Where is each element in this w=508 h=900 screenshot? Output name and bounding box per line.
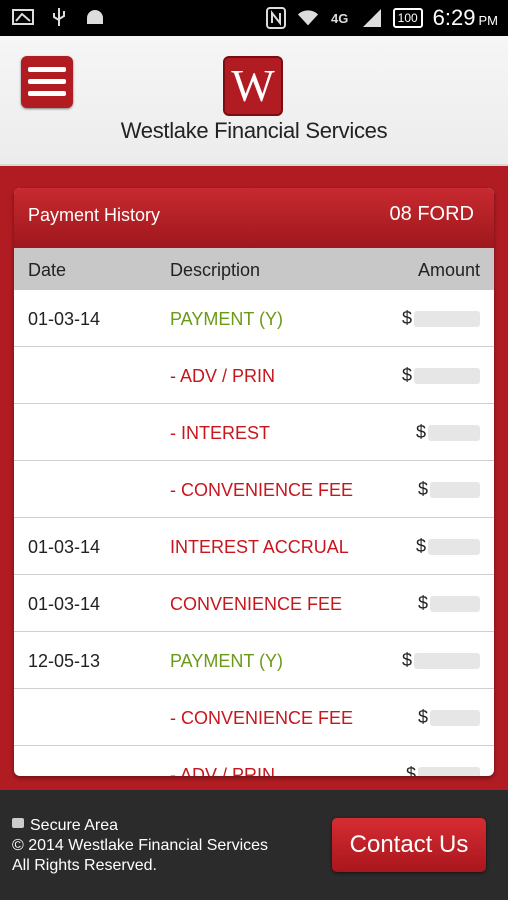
table-row: - CONVENIENCE FEE $ (14, 461, 494, 518)
lock-icon (12, 818, 24, 828)
redacted-amount (430, 481, 480, 498)
row-amount: $ (406, 764, 480, 776)
column-description: Description (170, 260, 261, 280)
wifi-icon (297, 8, 319, 28)
redacted-amount (414, 310, 480, 327)
column-amount: Amount (417, 260, 480, 280)
android-icon (84, 7, 106, 27)
battery-indicator: 100 (392, 8, 423, 28)
table-row: 01-03-14 CONVENIENCE FEE $ (14, 575, 494, 632)
row-date: 01-03-14 (28, 537, 101, 557)
row-amount: $ (416, 536, 480, 557)
copyright: © 2014 Westlake Financial Services (12, 837, 269, 854)
payment-history-panel: Payment History 08 FORD Date Description… (14, 188, 494, 776)
row-amount: $ (418, 707, 480, 728)
app-header: W Westlake Financial Services (0, 36, 508, 166)
row-amount: $ (416, 422, 480, 443)
table-header: Date Description Amount (14, 248, 494, 290)
table-row: - ADV / PRIN $ (14, 347, 494, 404)
contact-us-button[interactable]: Contact Us (332, 818, 486, 872)
row-description: INTEREST ACCRUAL (170, 537, 349, 557)
secure-area-label: Secure Area (30, 817, 119, 834)
redacted-amount (414, 652, 480, 669)
row-amount: $ (402, 308, 480, 329)
signal-icon (361, 8, 383, 28)
row-date: 01-03-14 (28, 594, 101, 614)
row-description: - ADV / PRIN (170, 366, 276, 386)
row-description: - ADV / PRIN (170, 765, 276, 776)
usb-icon (48, 7, 70, 27)
panel-header: Payment History 08 FORD (14, 188, 494, 248)
clock: 6:29 PM (432, 5, 498, 30)
brand-name: Westlake Financial Services (120, 118, 388, 143)
redacted-amount (418, 766, 480, 776)
row-amount: $ (418, 479, 480, 500)
redacted-amount (428, 538, 480, 555)
image-icon (12, 7, 34, 27)
row-description: PAYMENT (Y) (170, 651, 284, 671)
table-row: 01-03-14 PAYMENT (Y) $ (14, 290, 494, 347)
row-description: PAYMENT (Y) (170, 309, 284, 329)
row-amount: $ (418, 593, 480, 614)
row-description: - CONVENIENCE FEE (170, 708, 354, 728)
redacted-amount (414, 367, 480, 384)
history-list[interactable]: 01-03-14 PAYMENT (Y) $ - ADV / PRIN $ - INTER… (14, 290, 494, 776)
table-row: 01-03-14 INTEREST ACCRUAL $ (14, 518, 494, 575)
network-4g-icon: 4G (330, 10, 349, 26)
status-bar: 4G 100 6:29 PM (0, 0, 508, 36)
table-row: 12-05-13 PAYMENT (Y) $ (14, 632, 494, 689)
rights: All Rights Reserved. (12, 857, 157, 874)
redacted-amount (430, 709, 480, 726)
table-row: - CONVENIENCE FEE $ (14, 689, 494, 746)
panel-title: Payment History (28, 205, 161, 225)
logo: W (223, 56, 283, 116)
column-date: Date (28, 260, 67, 280)
redacted-amount (430, 595, 480, 612)
row-date: 01-03-14 (28, 309, 101, 329)
redacted-amount (428, 424, 480, 441)
row-date: 12-05-13 (28, 651, 101, 671)
row-description: - CONVENIENCE FEE (170, 480, 354, 500)
menu-icon (28, 67, 66, 72)
vehicle-label: 08 FORD (389, 203, 474, 225)
row-description: - INTEREST (170, 423, 271, 443)
table-row: - ADV / PRIN $ (14, 746, 494, 776)
row-amount: $ (402, 650, 480, 671)
row-amount: $ (402, 365, 480, 386)
footer-text: Secure Area © 2014 Westlake Financial Se… (12, 816, 268, 876)
menu-button[interactable] (21, 56, 73, 108)
footer: Secure Area © 2014 Westlake Financial Se… (0, 790, 508, 900)
row-description: CONVENIENCE FEE (170, 594, 343, 614)
table-row: - INTEREST $ (14, 404, 494, 461)
nfc-icon (265, 7, 287, 29)
